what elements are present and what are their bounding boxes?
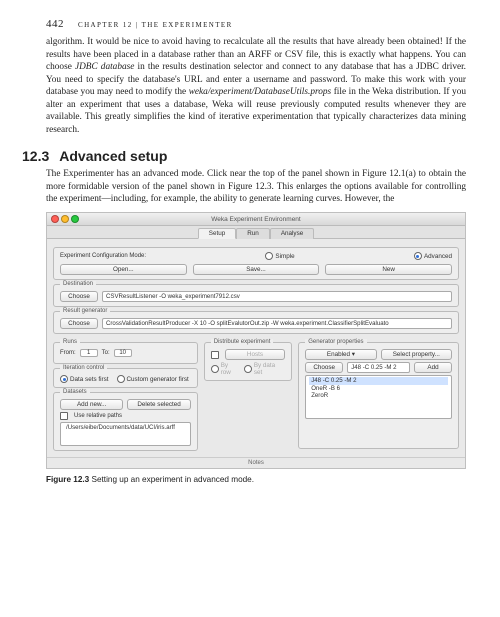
add-dataset-button[interactable]: Add new... (60, 399, 123, 410)
genprops-selected-field[interactable]: J48 -C 0.25 -M 2 (347, 362, 410, 373)
notes-button[interactable]: Notes (47, 457, 465, 466)
figure-caption-number: Figure 12.3 (46, 475, 89, 484)
config-mode-group: Experiment Configuration Mode: Simple Ad… (53, 247, 459, 280)
to-label: To: (102, 350, 110, 356)
datasets-group: Datasets Add new... Delete selected Use … (53, 392, 198, 451)
save-button[interactable]: Save... (193, 264, 320, 275)
genprops-choose-button[interactable]: Choose (305, 362, 343, 373)
destination-group: Destination Choose CSVResultListener -O … (53, 284, 459, 307)
figure-caption-text: Setting up an experiment in advanced mod… (92, 475, 255, 484)
radio-by-dataset: By data set (244, 362, 285, 376)
resultgen-choose-button[interactable]: Choose (60, 318, 98, 329)
select-property-button[interactable]: Select property... (381, 349, 452, 360)
enabled-dropdown[interactable]: Enabled ▾ (305, 349, 376, 360)
body-paragraph-1: algorithm. It would be nice to avoid hav… (46, 36, 466, 136)
generator-item-1[interactable]: OneR -B 6 (309, 385, 448, 393)
iteration-title: Iteration control (60, 365, 107, 371)
distribute-experiment-group: Distribute experiment Hosts By row By da… (204, 342, 292, 381)
result-generator-title: Result generator (60, 308, 110, 314)
window-title: Weka Experiment Environment (47, 216, 465, 223)
resultgen-field[interactable]: CrossValidationResultProducer -X 10 -O s… (102, 318, 452, 329)
figure-screenshot: Weka Experiment Environment Setup Run An… (46, 212, 466, 469)
radio-advanced[interactable]: Advanced (414, 252, 452, 260)
open-button[interactable]: Open... (60, 264, 187, 275)
generator-item-2[interactable]: ZeroR (309, 392, 448, 400)
minimize-icon[interactable] (61, 215, 69, 223)
tab-setup[interactable]: Setup (198, 228, 236, 239)
genprops-title: Generator properties (305, 339, 366, 345)
new-button[interactable]: New (325, 264, 452, 275)
section-number: 12.3 (22, 148, 49, 164)
page-number: 442 (46, 18, 64, 30)
relative-paths-checkbox[interactable] (60, 412, 68, 420)
runs-group: Runs From: 1 To: 10 (53, 342, 198, 364)
radio-simple[interactable]: Simple (265, 252, 294, 260)
tab-bar: Setup Run Analyse (47, 226, 465, 239)
window-titlebar: Weka Experiment Environment (47, 213, 465, 226)
runs-title: Runs (60, 339, 80, 345)
figure-caption: Figure 12.3 Setting up an experiment in … (46, 475, 466, 484)
tab-analyse[interactable]: Analyse (270, 228, 314, 239)
delete-selected-button[interactable]: Delete selected (127, 399, 190, 410)
section-title: Advanced setup (59, 148, 167, 164)
radio-custom-generator-first[interactable]: Custom generator first (117, 375, 189, 383)
relative-paths-label: Use relative paths (74, 413, 122, 419)
destination-title: Destination (60, 281, 96, 287)
from-label: From: (60, 350, 76, 356)
radio-by-row: By row (211, 362, 240, 376)
genprops-add-button[interactable]: Add (414, 362, 452, 373)
to-input[interactable]: 10 (114, 349, 132, 357)
radio-datasets-first[interactable]: Data sets first (60, 375, 109, 383)
result-generator-group: Result generator Choose CrossValidationR… (53, 311, 459, 334)
close-icon[interactable] (51, 215, 59, 223)
chevron-down-icon: ▾ (352, 351, 355, 358)
body-paragraph-2: The Experimenter has an advanced mode. C… (46, 168, 466, 206)
destination-field[interactable]: CSVResultListener -O weka_experiment7912… (102, 291, 452, 302)
iteration-control-group: Iteration control Data sets first Custom… (53, 368, 198, 388)
distribute-title: Distribute experiment (211, 339, 274, 345)
hosts-button: Hosts (225, 349, 285, 360)
destination-choose-button[interactable]: Choose (60, 291, 98, 302)
dataset-item[interactable]: /Users/eibe/Documents/data/UCI/iris.arff (64, 424, 187, 432)
zoom-icon[interactable] (71, 215, 79, 223)
config-mode-label: Experiment Configuration Mode: (60, 253, 146, 259)
datasets-title: Datasets (60, 389, 90, 395)
generator-item-0[interactable]: J48 -C 0.25 -M 2 (309, 377, 448, 385)
from-input[interactable]: 1 (80, 349, 98, 357)
generator-properties-group: Generator properties Enabled ▾ Select pr… (298, 342, 459, 449)
distribute-checkbox[interactable] (211, 351, 219, 359)
tab-run[interactable]: Run (236, 228, 270, 239)
chapter-header: CHAPTER 12 | THE EXPERIMENTER (78, 21, 233, 29)
